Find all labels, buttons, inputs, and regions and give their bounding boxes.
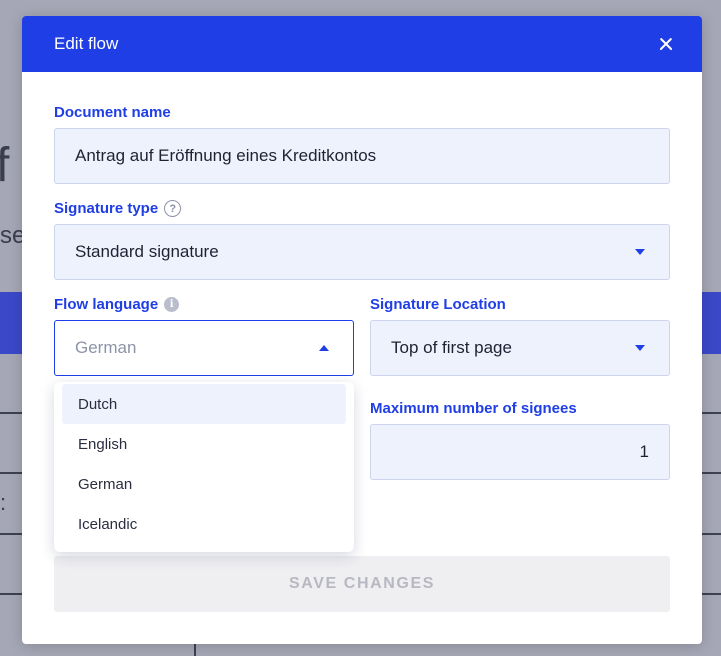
max-signees-value: 1 <box>639 442 649 461</box>
signature-type-label: Signature type ? <box>54 200 182 217</box>
question-circle-icon[interactable]: ? <box>164 200 182 217</box>
edit-flow-modal: Edit flow Document name Antrag auf Eröff… <box>22 16 702 644</box>
signature-type-select[interactable]: Standard signature <box>54 224 670 280</box>
flow-language-label: Flow language i <box>54 296 180 313</box>
chevron-up-icon <box>319 345 329 351</box>
background-colon-fragment: : <box>0 490 7 515</box>
signature-location-value: Top of first page <box>391 338 512 357</box>
modal-title: Edit flow <box>54 34 119 53</box>
flow-language-select[interactable]: German <box>54 320 354 376</box>
document-name-value: Antrag auf Eröffnung eines Kreditkontos <box>75 146 377 165</box>
close-icon[interactable] <box>654 32 678 56</box>
language-option-english[interactable]: English <box>62 424 346 464</box>
modal-header: Edit flow <box>22 16 702 72</box>
language-option-icelandic[interactable]: Icelandic <box>62 504 346 544</box>
language-option-dutch[interactable]: Dutch <box>62 384 346 424</box>
language-option-german[interactable]: German <box>62 464 346 504</box>
flow-language-value: German <box>75 338 137 357</box>
flow-language-dropdown: Dutch English German Icelandic <box>54 382 354 552</box>
save-changes-button[interactable]: SAVE CHANGES <box>54 556 670 612</box>
signature-location-select[interactable]: Top of first page <box>370 320 670 376</box>
signature-type-value: Standard signature <box>75 242 219 261</box>
chevron-down-icon <box>635 345 645 351</box>
chevron-down-icon <box>635 249 645 255</box>
document-name-label: Document name <box>54 104 171 121</box>
info-icon[interactable]: i <box>164 297 180 312</box>
document-name-input[interactable]: Antrag auf Eröffnung eines Kreditkontos <box>54 128 670 184</box>
max-signees-input[interactable]: 1 <box>370 424 670 480</box>
signature-location-label: Signature Location <box>370 296 506 313</box>
max-signees-label: Maximum number of signees <box>370 400 577 417</box>
